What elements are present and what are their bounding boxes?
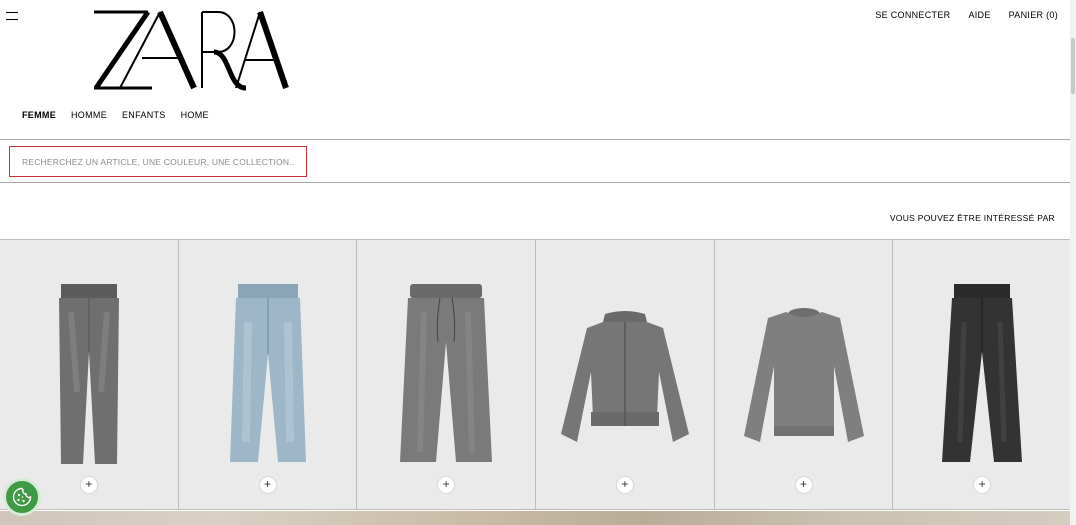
header-links: SE CONNECTER AIDE PANIER (0) bbox=[875, 10, 1058, 20]
hamburger-icon[interactable] bbox=[6, 12, 18, 21]
category-home[interactable]: HOME bbox=[181, 110, 209, 120]
help-link[interactable]: AIDE bbox=[968, 10, 990, 20]
search-bar bbox=[0, 139, 1070, 183]
black-jeans-image bbox=[942, 284, 1023, 462]
category-homme[interactable]: HOMME bbox=[71, 110, 107, 120]
product-grid: + + + + + + bbox=[0, 239, 1072, 510]
recommendations-heading: VOUS POUVEZ ÊTRE INTÉRESSÉ PAR bbox=[889, 213, 1055, 223]
add-to-cart-button[interactable]: + bbox=[794, 476, 813, 494]
scrollbar-thumb[interactable] bbox=[1071, 38, 1075, 94]
grey-jeans-image bbox=[58, 284, 119, 464]
grey-bomber-jacket-image bbox=[560, 311, 689, 442]
product-card[interactable]: + bbox=[357, 240, 537, 509]
scrollbar[interactable] bbox=[1070, 0, 1076, 525]
add-to-cart-button[interactable]: + bbox=[615, 476, 634, 494]
add-to-cart-button[interactable]: + bbox=[79, 476, 98, 494]
zara-logo[interactable] bbox=[90, 8, 290, 92]
next-row-preview bbox=[0, 511, 1071, 525]
search-input[interactable] bbox=[9, 146, 307, 177]
product-card[interactable]: + bbox=[536, 240, 715, 509]
category-enfants[interactable]: ENFANTS bbox=[122, 110, 166, 120]
category-nav: FEMME HOMME ENFANTS HOME bbox=[22, 110, 209, 120]
add-to-cart-button[interactable]: + bbox=[973, 476, 992, 494]
product-card[interactable]: + bbox=[893, 240, 1072, 509]
cookie-icon bbox=[12, 487, 32, 507]
cart-link[interactable]: PANIER (0) bbox=[1009, 10, 1058, 20]
product-card[interactable]: + bbox=[178, 240, 358, 509]
grey-jogger-pants-image bbox=[400, 284, 493, 462]
add-to-cart-button[interactable]: + bbox=[258, 476, 277, 494]
product-card[interactable]: + bbox=[0, 240, 179, 509]
login-link[interactable]: SE CONNECTER bbox=[875, 10, 950, 20]
cookie-settings-button[interactable] bbox=[3, 478, 41, 516]
grey-knit-sweater-image bbox=[743, 308, 864, 442]
product-card[interactable]: + bbox=[714, 240, 894, 509]
light-blue-jeans-image bbox=[229, 284, 306, 462]
add-to-cart-button[interactable]: + bbox=[437, 476, 456, 494]
category-femme[interactable]: FEMME bbox=[22, 110, 56, 120]
